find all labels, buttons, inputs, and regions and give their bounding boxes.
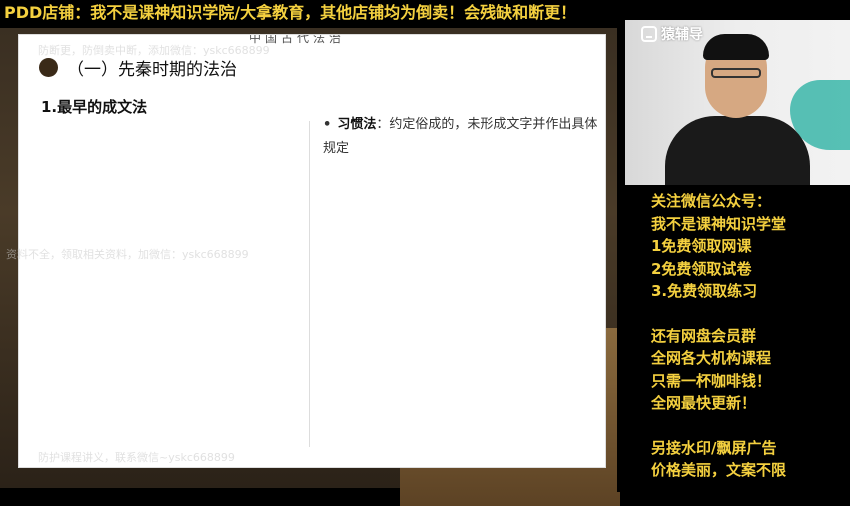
promo-line: 3.免费领取练习 <box>651 282 758 300</box>
watermark-bottom: 防护课程讲义，联系微信~yskc668899 <box>38 451 235 464</box>
definition-item: • 习惯法：约定俗成的，未形成文字并作出具体规定 <box>323 113 599 161</box>
promo-text: 关注微信公众号： 我不是课神知识学堂 1免费领取网课 2免费领取试卷 3.免费领… <box>651 190 847 482</box>
brand-logo: 猿辅导 <box>641 24 703 44</box>
sub-title: 1.最早的成文法 <box>41 98 148 116</box>
watermark-top: 防断更，防倒卖中断，添加微信：yskc668899 <box>38 44 270 57</box>
promo-line: 价格美丽，文案不限 <box>651 461 787 479</box>
column-divider <box>309 121 310 447</box>
teacher-video: 猿辅导 <box>625 20 850 185</box>
promo-line: 1免费领取网课 <box>651 237 752 255</box>
watermark-middle: 资料不全，领取相关资料，加微信：yskc668899 <box>6 248 249 261</box>
definition-term: 习惯法 <box>337 117 377 132</box>
brand-logo-icon <box>641 26 657 42</box>
promo-line: 全网最快更新！ <box>651 394 757 412</box>
promo-gap <box>651 303 847 325</box>
teacher-glasses <box>711 68 761 78</box>
promo-line: 只需一杯咖啡钱！ <box>651 371 772 390</box>
promo-line: 2免费领取试卷 <box>651 259 752 278</box>
promo-line: 还有网盘会员群 <box>651 326 757 345</box>
section-bullet-dot <box>39 58 58 77</box>
definition-bullet: • <box>323 117 332 132</box>
section-title: （一）先秦时期的法治 <box>67 60 237 80</box>
brand-logo-text: 猿辅导 <box>661 27 703 43</box>
right-panel: 猿辅导 关注微信公众号： 我不是课神知识学堂 1免费领取网课 2免费领取试卷 3… <box>617 20 850 492</box>
teacher-hair <box>703 34 769 60</box>
promo-line: 我不是课神知识学堂 <box>651 214 787 233</box>
promo-gap <box>651 415 847 437</box>
teacher-body <box>665 116 810 185</box>
promo-line: 另接水印/飘屏广告 <box>651 438 777 457</box>
promo-line: 全网各大机构课程 <box>651 349 772 367</box>
promo-line: 关注微信公众号： <box>651 192 772 210</box>
